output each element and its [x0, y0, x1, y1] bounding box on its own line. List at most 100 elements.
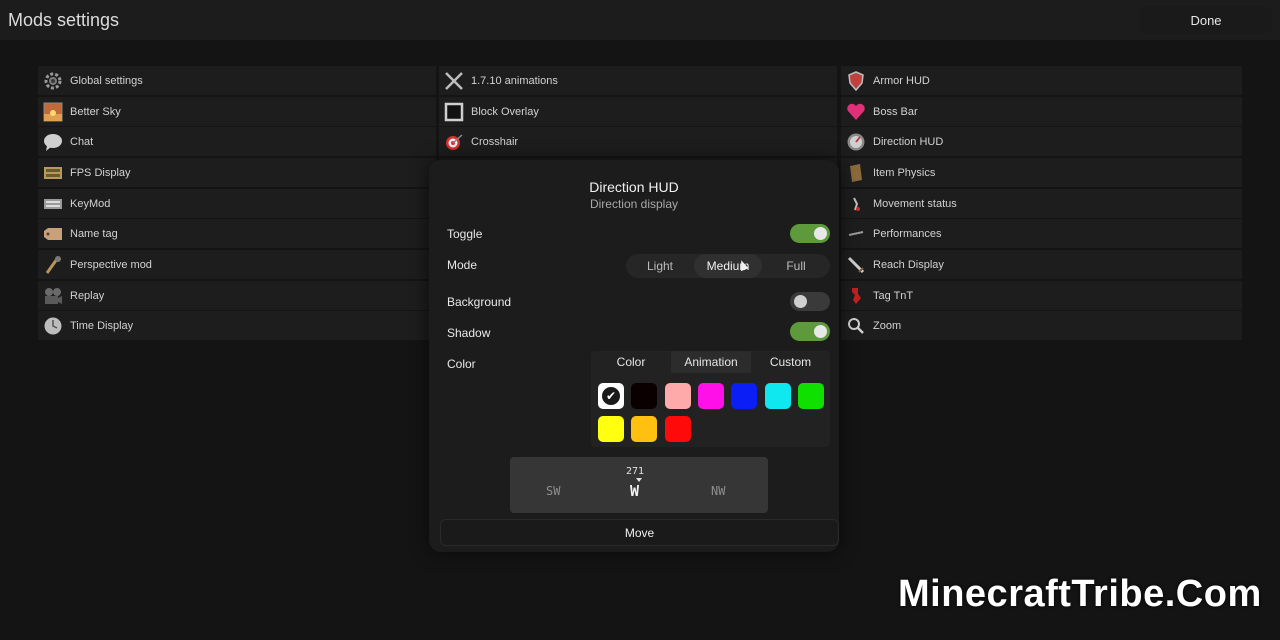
mod-label: Item Physics — [873, 166, 936, 179]
mod-item-name-tag[interactable]: Name tag — [38, 219, 436, 248]
mod-label: 1.7.10 animations — [471, 74, 558, 87]
page-title: Mods settings — [8, 10, 120, 30]
keyboard-icon — [42, 193, 64, 215]
compass-right: NW — [711, 484, 726, 498]
shield-icon — [845, 70, 867, 92]
mod-item-crosshair[interactable]: Crosshair — [439, 127, 837, 156]
mod-label: Direction HUD — [873, 135, 944, 148]
modal-subtitle: Direction display — [589, 197, 679, 211]
mod-item-better-sky[interactable]: Better Sky — [38, 97, 436, 126]
perspective-icon — [42, 254, 64, 276]
mod-item-tag-tnt[interactable]: Tag TnT — [841, 281, 1242, 310]
mod-label: Better Sky — [70, 105, 121, 118]
color-label: Color — [447, 357, 476, 371]
mod-label: Tag TnT — [873, 289, 914, 302]
toggle-knob — [814, 227, 827, 240]
toggle-switch[interactable] — [790, 224, 830, 243]
toggle-knob — [814, 325, 827, 338]
color-tab-color[interactable]: Color — [591, 351, 671, 373]
mod-label: Perspective mod — [70, 258, 152, 271]
mod-label: Crosshair — [471, 135, 519, 148]
performance-icon — [845, 223, 867, 245]
gear-icon — [42, 70, 64, 92]
color-swatch[interactable] — [631, 383, 658, 409]
mod-label: Boss Bar — [873, 105, 918, 118]
color-tab-custom[interactable]: Custom — [751, 351, 830, 373]
mod-label: Performances — [873, 227, 942, 240]
target-icon — [443, 131, 465, 153]
color-swatch[interactable] — [664, 383, 691, 409]
compass-left: SW — [546, 484, 561, 498]
fps-icon — [42, 162, 64, 184]
item-icon — [845, 162, 867, 184]
shadow-label: Shadow — [447, 326, 491, 340]
name-tag-icon — [42, 223, 64, 245]
mod-label: Name tag — [70, 227, 118, 240]
mod-item-zoom[interactable]: Zoom — [841, 311, 1242, 340]
chat-bubble-icon — [42, 131, 64, 153]
mod-item-keymod[interactable]: KeyMod — [38, 189, 436, 218]
done-button[interactable]: Done — [1140, 7, 1272, 33]
mode-option-full[interactable]: Full — [762, 254, 830, 278]
mod-label: Block Overlay — [471, 105, 539, 118]
mod-item-item-physics[interactable]: Item Physics — [841, 158, 1242, 187]
color-swatch[interactable] — [764, 383, 791, 409]
mode-label: Mode — [447, 258, 478, 272]
heading-value: 271 — [626, 466, 645, 477]
shadow-toggle[interactable] — [790, 322, 830, 341]
block-outline-icon — [443, 101, 465, 123]
color-tab-animation[interactable]: Animation — [671, 351, 751, 373]
compass-icon — [845, 131, 867, 153]
sword-icon — [845, 254, 867, 276]
background-toggle[interactable] — [790, 292, 830, 311]
mod-item-chat[interactable]: Chat — [38, 127, 436, 156]
compass-center: W — [630, 482, 640, 500]
color-picker: Color Animation Custom ✔ — [591, 351, 830, 447]
sky-icon — [42, 101, 64, 123]
mod-item-block-overlay[interactable]: Block Overlay — [439, 97, 837, 126]
color-swatch[interactable]: ✔ — [598, 383, 624, 409]
modal-title: Direction HUD — [589, 179, 679, 195]
color-swatch[interactable] — [631, 416, 658, 442]
tnt-icon — [845, 285, 867, 307]
direction-hud-settings-modal: Direction HUD Direction display Toggle M… — [429, 160, 839, 552]
color-swatch[interactable] — [697, 383, 724, 409]
camera-icon — [42, 285, 64, 307]
mod-item-time-display[interactable]: Time Display — [38, 311, 436, 340]
clock-icon — [42, 315, 64, 337]
mod-item-perspective-mod[interactable]: Perspective mod — [38, 250, 436, 279]
mod-label: Armor HUD — [873, 74, 930, 87]
mod-item-performances[interactable]: Performances — [841, 219, 1242, 248]
mode-selector: Light Medium Full — [626, 254, 830, 278]
mod-item-reach-display[interactable]: Reach Display — [841, 250, 1242, 279]
heart-icon — [845, 101, 867, 123]
mod-item-replay[interactable]: Replay — [38, 281, 436, 310]
mod-label: Global settings — [70, 74, 143, 87]
mode-option-light[interactable]: Light — [626, 254, 694, 278]
color-swatch[interactable] — [598, 416, 624, 442]
direction-hud-preview: 271 SW W NW — [510, 457, 768, 513]
toggle-label: Toggle — [447, 227, 483, 241]
mod-label: Movement status — [873, 197, 957, 210]
mode-option-medium[interactable]: Medium — [694, 254, 762, 278]
top-bar: Mods settings Done — [0, 0, 1280, 40]
background-label: Background — [447, 295, 512, 309]
magnifier-icon — [845, 315, 867, 337]
color-swatch[interactable] — [664, 416, 691, 442]
mod-item-movement-status[interactable]: Movement status — [841, 189, 1242, 218]
move-button[interactable]: Move — [440, 519, 839, 546]
watermark: MinecraftTribe.Com — [898, 573, 1262, 615]
mod-label: Replay — [70, 289, 105, 302]
mod-item-boss-bar[interactable]: Boss Bar — [841, 97, 1242, 126]
mod-item-armor-hud[interactable]: Armor HUD — [841, 66, 1242, 95]
mod-item-direction-hud[interactable]: Direction HUD — [841, 127, 1242, 156]
mod-item-global-settings[interactable]: Global settings — [38, 66, 436, 95]
color-swatch[interactable] — [731, 383, 758, 409]
color-swatch[interactable] — [797, 383, 824, 409]
mod-label: Time Display — [70, 319, 134, 332]
mod-item-fps-display[interactable]: FPS Display — [38, 158, 436, 187]
mod-item-animations[interactable]: 1.7.10 animations — [439, 66, 837, 95]
crossed-swords-icon — [443, 70, 465, 92]
movement-icon — [845, 193, 867, 215]
mod-label: Chat — [70, 135, 94, 148]
